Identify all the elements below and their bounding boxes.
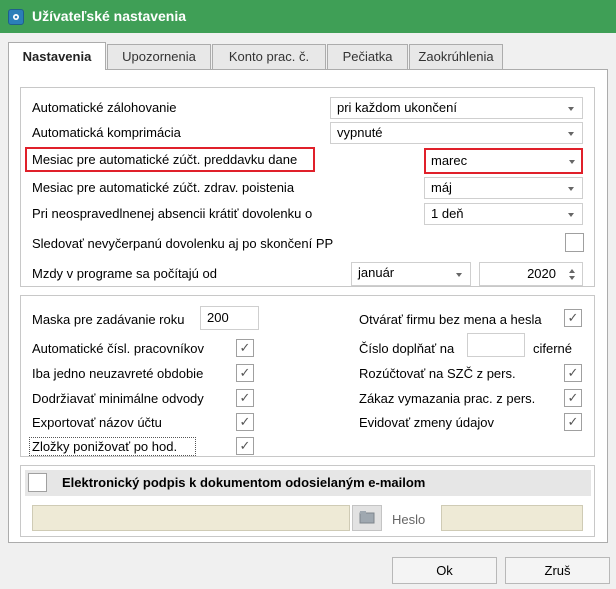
year-mask-input[interactable]: 200 xyxy=(200,306,259,330)
wages-year-value: 2020 xyxy=(527,266,556,281)
tab-nastavenia[interactable]: Nastavenia xyxy=(8,42,106,70)
tab-zaokruhlenia[interactable]: Zaokrúhlenia xyxy=(409,44,503,70)
tax-month-value: marec xyxy=(431,153,468,168)
chevron-down-icon xyxy=(456,273,462,277)
tab-konto-prac[interactable]: Konto prac. č. xyxy=(212,44,326,70)
auto-numbering-label: Automatické čísl. pracovníkov xyxy=(32,341,204,356)
auto-backup-value: pri každom ukončení xyxy=(337,100,457,115)
year-mask-label: Maska pre zadávanie roku xyxy=(32,312,185,327)
track-leave-label: Sledovať nevyčerpanú dovolenku aj po sko… xyxy=(32,236,334,251)
auto-backup-select[interactable]: pri každom ukončení xyxy=(330,97,583,119)
wages-year-spinner[interactable]: 2020 xyxy=(479,262,583,286)
no-delete-label: Zákaz vymazania prac. z pers. xyxy=(359,391,536,406)
chevron-down-icon xyxy=(568,107,574,111)
password-field[interactable] xyxy=(441,505,583,531)
settings-app-icon xyxy=(8,9,24,25)
absence-value: 1 deň xyxy=(431,206,464,221)
cancel-button[interactable]: Zruš xyxy=(505,557,610,584)
signature-title: Elektronický podpis k dokumentom odosiel… xyxy=(62,475,426,490)
pad-number-suffix: ciferné xyxy=(533,341,573,356)
chevron-down-icon xyxy=(569,160,575,164)
chevron-down-icon xyxy=(568,213,574,217)
signature-enable-checkbox[interactable] xyxy=(28,473,47,492)
min-contrib-label: Dodržiavať minimálne odvody xyxy=(32,391,204,406)
absence-select[interactable]: 1 deň xyxy=(424,203,583,225)
export-account-checkbox[interactable]: ✓ xyxy=(236,413,254,431)
chevron-down-icon xyxy=(568,187,574,191)
wages-month-select[interactable]: január xyxy=(351,262,471,286)
spin-up-icon[interactable] xyxy=(569,269,575,273)
health-month-label: Mesiac pre automatické zúčt. zdrav. pois… xyxy=(32,180,295,195)
auto-compress-select[interactable]: vypnuté xyxy=(330,122,583,144)
window-title: Užívateľské nastavenia xyxy=(32,8,187,24)
one-open-period-label: Iba jedno neuzavreté obdobie xyxy=(32,366,204,381)
wages-from-label: Mzdy v programe sa počítajú od xyxy=(32,266,217,281)
auto-numbering-checkbox[interactable]: ✓ xyxy=(236,339,254,357)
certificate-field[interactable] xyxy=(32,505,350,531)
tab-peciatka[interactable]: Pečiatka xyxy=(327,44,408,70)
open-no-password-checkbox[interactable]: ✓ xyxy=(564,309,582,327)
one-open-period-checkbox[interactable]: ✓ xyxy=(236,364,254,382)
chevron-down-icon xyxy=(568,132,574,136)
log-changes-checkbox[interactable]: ✓ xyxy=(564,413,582,431)
password-label: Heslo xyxy=(392,512,426,527)
ok-button[interactable]: Ok xyxy=(392,557,497,584)
absence-label: Pri neospravedlnenej absencii krátiť dov… xyxy=(32,206,313,221)
pad-number-input[interactable] xyxy=(467,333,525,357)
open-no-password-label: Otvárať firmu bez mena a hesla xyxy=(359,312,542,327)
split-szc-label: Rozúčtovať na SZČ z pers. xyxy=(359,366,516,381)
health-month-select[interactable]: máj xyxy=(424,177,583,199)
export-account-label: Exportovať názov účtu xyxy=(32,415,162,430)
spin-down-icon[interactable] xyxy=(569,276,575,280)
min-contrib-checkbox[interactable]: ✓ xyxy=(236,389,254,407)
auto-compress-value: vypnuté xyxy=(337,125,383,140)
tax-month-label: Mesiac pre automatické zúčt. preddavku d… xyxy=(32,152,298,167)
auto-backup-label: Automatické zálohovanie xyxy=(32,100,177,115)
no-delete-checkbox[interactable]: ✓ xyxy=(564,389,582,407)
folder-icon xyxy=(359,511,375,524)
browse-certificate-button[interactable] xyxy=(352,505,382,531)
hourly-items-checkbox[interactable]: ✓ xyxy=(236,437,254,455)
wages-month-value: január xyxy=(358,265,395,280)
tax-month-select[interactable]: marec xyxy=(424,148,583,174)
hourly-items-label: Zložky ponižovať po hod. xyxy=(32,439,178,454)
tab-upozornenia[interactable]: Upozornenia xyxy=(107,44,211,70)
auto-compress-label: Automatická komprimácia xyxy=(32,125,181,140)
log-changes-label: Evidovať zmeny údajov xyxy=(359,415,494,430)
health-month-value: máj xyxy=(431,180,452,195)
pad-number-label: Číslo doplňať na xyxy=(359,341,455,356)
track-leave-checkbox[interactable] xyxy=(565,233,584,252)
split-szc-checkbox[interactable]: ✓ xyxy=(564,364,582,382)
